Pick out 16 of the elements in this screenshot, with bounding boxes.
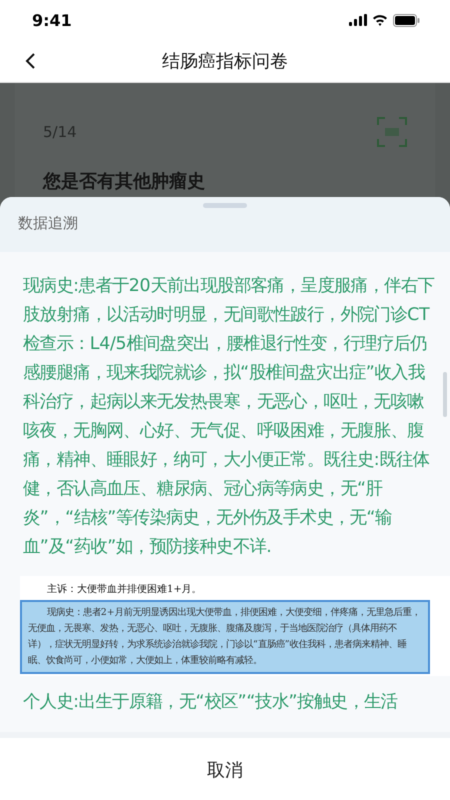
page-title: 结肠癌指标问卷 [161, 50, 289, 73]
record-paragraph: 现病史:患者于20天前出现股部客痛，呈度服痛，伴右下肢放射痛，以活动时明显，无间歌性跛行，外院门诊CT检查示：L4/5椎间盘突出，腰椎退行性变，行理疗后仍感腰腿痛，现来我院就诊，拟“股椎间盘灾出症”收入我科治疗，起病以来无发热畏寒，无恶心，呕吐，无咳嗽咳夜，无胸网、心好、无气促、呼吸困难，无腹胀、腹痛，精神、睡眼好，纳可，大小便正常。既往史:既往体健，否认高血压、糖尿病、冠心病等病史，无“肝炎”，“结核”等传染病史，无外伤及手术史，无“输血”及“药收”如，预防接种史不详. [23, 275, 435, 559]
battery-icon [393, 14, 420, 26]
signal-icon [349, 14, 367, 26]
scrollbar[interactable] [443, 372, 447, 417]
back-icon[interactable] [24, 52, 36, 70]
question-text: 您是否有其他肿瘤史 [43, 170, 206, 193]
complaint-text: 主诉：大便带血并排便困难1+月。 [46, 582, 203, 596]
scan-frame-icon[interactable] [377, 117, 407, 147]
sheet-title: 数据追溯 [18, 214, 78, 232]
cancel-button[interactable]: 取消 [177, 750, 273, 790]
wifi-icon [372, 14, 388, 26]
drag-handle[interactable] [203, 203, 247, 208]
record-paragraph: 个人史:出生于原籍，无“校区”“技水”按触史，生活 [23, 691, 398, 714]
highlighted-text: 现病史：患者2+月前无明显诱因出现大便带血，排便困难，大便变细，伴疼痛，无里急后重，无便血，无畏寒、发热，无恶心、呕吐，无腹胀、腹痛及腹泻，于当地医院治疗（具体用药不详），症状无明显好转，为求系统诊治就诊我院，门诊以“直肠癌”收住我科，患者病来精神、睡眠、饮食尚可，小便如常，大便如上，体重较前略有减轻。 [20, 600, 430, 674]
status-time: 9:41 [32, 10, 72, 30]
